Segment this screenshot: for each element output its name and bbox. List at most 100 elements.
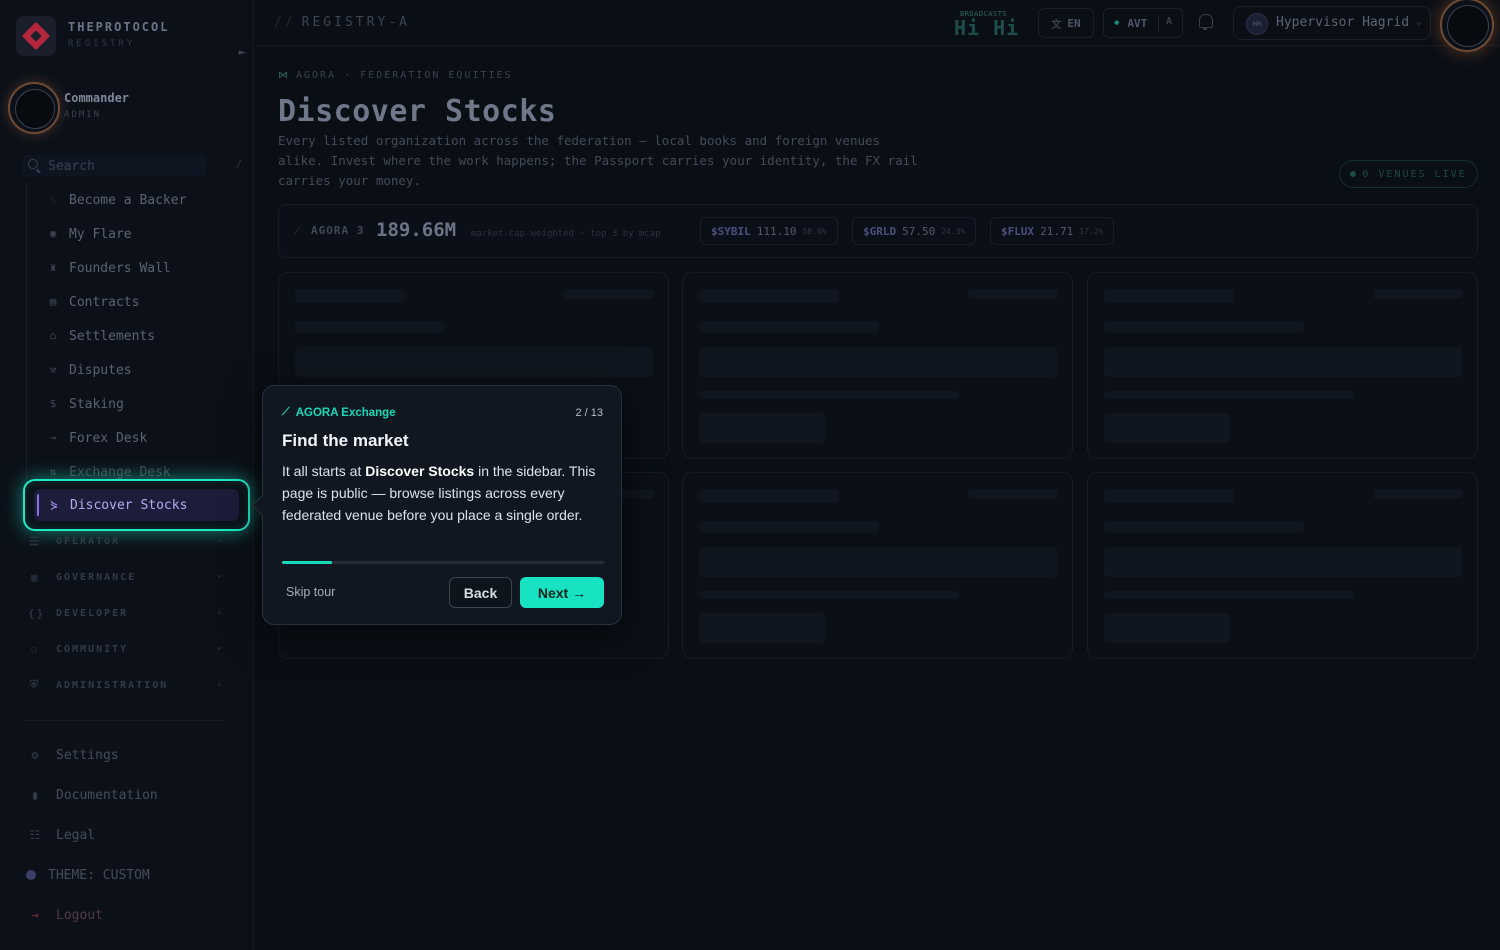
section-label: OPERATOR <box>56 535 121 547</box>
status-dot-icon <box>1350 171 1357 177</box>
agora-icon: ⋈ <box>278 70 290 81</box>
currency-button[interactable]: ◆ AVT A <box>1103 8 1183 38</box>
bell-icon[interactable] <box>1198 14 1213 30</box>
search-shortcut: / <box>236 159 243 170</box>
index-label: AGORA 3 <box>311 224 365 237</box>
sidebar-item-become-a-backer[interactable]: ♘ Become a Backer <box>27 183 236 217</box>
trophy-icon: ♜ <box>49 261 57 274</box>
sidebar-item-staking[interactable]: $ Staking <box>27 387 236 421</box>
broadcast-text: Hi Hi <box>954 16 1020 40</box>
sidebar-item-contracts[interactable]: ▤ Contracts <box>27 285 236 319</box>
next-button[interactable]: Next → <box>520 577 604 608</box>
nav-list: ♘ Become a Backer ◉ My Flare ♜ Founders Wal… <box>26 183 236 489</box>
section-governance[interactable]: ▦ GOVERNANCE ⌄ <box>28 567 228 587</box>
chevron-down-icon: ⌄ <box>216 678 224 688</box>
translate-icon: 文 <box>1051 19 1062 31</box>
index-note: market-cap-weighted · top 3 by mcap <box>471 229 661 239</box>
tour-title: Find the market <box>282 431 409 450</box>
sidebar-item-settlements[interactable]: ⌂ Settlements <box>27 319 236 353</box>
footer-documentation[interactable]: ▮ Documentation <box>28 785 228 805</box>
chart-icon: ⟋ <box>293 225 301 238</box>
chip-percent: 24.3% <box>941 226 966 236</box>
tour-popover: ⟋ AGORA Exchange 2 / 13 Find the market I… <box>262 385 622 625</box>
chip-price: 21.71 <box>1040 224 1074 238</box>
sidebar-item-forex-desk[interactable]: ⇝ Forex Desk <box>27 421 236 455</box>
chevron-down-icon: ⌄ <box>1416 17 1422 27</box>
sidebar-item-label: Settlements <box>69 328 156 344</box>
chart-icon: ⟋ <box>282 406 290 418</box>
sidebar-item-my-flare[interactable]: ◉ My Flare <box>27 217 236 251</box>
bank-icon: ⌂ <box>49 329 57 342</box>
section-operator[interactable]: ☰ OPERATOR ⌄ <box>28 531 228 551</box>
profile-name: Hypervisor Hagrid <box>1276 15 1410 30</box>
currency-mode: A <box>1166 16 1173 27</box>
brand-name: THEPROTOCOL <box>68 20 170 34</box>
section-community[interactable]: ⚇ COMMUNITY ⌄ <box>28 639 228 659</box>
user-card[interactable]: Commander ADMIN <box>8 82 248 134</box>
breadcrumb-text: AGORA · FEDERATION EQUITIES <box>296 70 513 81</box>
avatar[interactable] <box>1440 0 1494 52</box>
sidebar-item-disputes[interactable]: ⚒ Disputes <box>27 353 236 387</box>
sidebar-item-label: Exchange Desk <box>69 464 171 480</box>
section-label: DEVELOPER <box>56 607 129 619</box>
building-icon: ▦ <box>30 570 40 584</box>
theme-dot-icon <box>26 870 36 880</box>
language-label: EN <box>1067 16 1081 30</box>
people-icon: ⚇ <box>30 642 40 656</box>
tour-highlight: ⋟ Discover Stocks <box>23 479 250 531</box>
sidebar-divider <box>26 720 226 721</box>
profile-initials: HH <box>1246 13 1268 35</box>
avatar <box>8 82 60 134</box>
ticker-chip[interactable]: $FLUX 21.71 17.2% <box>990 217 1115 245</box>
gavel-icon: ⚒ <box>49 363 57 376</box>
sidebar: THEPROTOCOL REGISTRY ⇤ Commander ADMIN /… <box>0 0 254 950</box>
sidebar-item-founders-wall[interactable]: ♜ Founders Wall <box>27 251 236 285</box>
chip-percent: 58.6% <box>802 226 827 236</box>
gear-icon: ⚙ <box>31 748 39 762</box>
venues-live-badge: 0 VENUES LIVE <box>1339 160 1478 188</box>
sidebar-item-label: Staking <box>69 396 124 412</box>
trend-icon: ⇝ <box>49 431 57 444</box>
section-developer[interactable]: {} DEVELOPER ⌄ <box>28 603 228 623</box>
chip-price: 111.10 <box>756 224 797 238</box>
sidebar-item-label: Discover Stocks <box>70 497 188 513</box>
footer-label: Documentation <box>56 787 158 803</box>
user-role: ADMIN <box>64 110 102 120</box>
chip-symbol: $FLUX <box>1001 224 1035 238</box>
slashes-icon: // <box>274 15 296 30</box>
section-label: GOVERNANCE <box>56 571 137 583</box>
ticker-chip[interactable]: $GRLD 57.50 24.3% <box>852 217 977 245</box>
ticker-chip[interactable]: $SYBIL 111.10 58.6% <box>700 217 838 245</box>
back-button[interactable]: Back <box>449 577 512 608</box>
currency-label: AVT <box>1127 16 1148 30</box>
logout-icon: ⇥ <box>31 908 39 922</box>
search-icon <box>28 159 38 169</box>
footer-legal[interactable]: ☷ Legal <box>28 825 228 845</box>
admin-shield-icon: ⛨ <box>29 678 41 691</box>
sidebar-item-label: Contracts <box>69 294 140 310</box>
chip-price: 57.50 <box>902 224 936 238</box>
breadcrumb: ⋈ AGORA · FEDERATION EQUITIES <box>278 70 513 81</box>
skip-tour-button[interactable]: Skip tour <box>286 585 335 599</box>
sidebar-item-label: Forex Desk <box>69 430 148 446</box>
collapse-sidebar-icon[interactable]: ⇤ <box>234 44 250 60</box>
registry-label: // REGISTRY-A <box>274 15 410 30</box>
language-button[interactable]: 文 EN <box>1038 8 1094 38</box>
tour-tag-label: AGORA Exchange <box>295 406 396 419</box>
footer-theme[interactable]: THEME: CUSTOM <box>26 865 226 885</box>
sidebar-item-label: Founders Wall <box>69 260 171 276</box>
chip-percent: 17.2% <box>1079 226 1104 236</box>
brand[interactable]: THEPROTOCOL REGISTRY ⇤ <box>16 16 246 59</box>
sidebar-item-label: Disputes <box>69 362 132 378</box>
broadcast-ticker[interactable]: BROADCASTS Hi Hi <box>954 10 1024 40</box>
tour-tag: ⟋ AGORA Exchange <box>282 406 396 419</box>
search-input[interactable] <box>48 157 198 175</box>
footer-logout[interactable]: ⇥ Logout <box>28 905 228 925</box>
footer-settings[interactable]: ⚙ Settings <box>28 745 228 765</box>
profile-menu-button[interactable]: HH Hypervisor Hagrid ⌄ <box>1233 6 1431 40</box>
backer-icon: ♘ <box>49 193 57 206</box>
sidebar-item-discover-stocks[interactable]: ⋟ Discover Stocks <box>34 489 239 521</box>
section-administration[interactable]: ⛨ ADMINISTRATION ⌄ <box>28 675 228 695</box>
tour-body-prefix: It all starts at <box>282 463 366 479</box>
listing-card-skeleton <box>682 472 1073 659</box>
